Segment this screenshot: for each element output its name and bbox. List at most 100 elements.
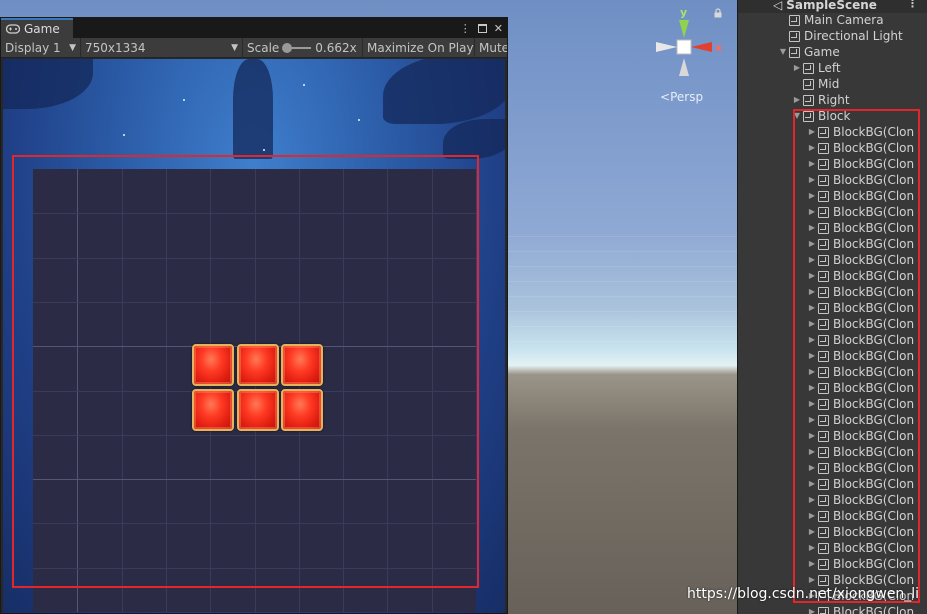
red-block[interactable] (281, 389, 323, 431)
hierarchy-item[interactable]: ▶ BlockBG(Clon (738, 604, 927, 614)
hierarchy-item[interactable]: ▶ BlockBG(Clon (738, 172, 927, 188)
hierarchy-item[interactable]: ▶ BlockBG(Clon (738, 412, 927, 428)
hierarchy-item[interactable]: ▶ BlockBG(Clon (738, 348, 927, 364)
orientation-gizmo[interactable]: y x (650, 6, 730, 86)
hierarchy-item[interactable]: ▶ BlockBG(Clon (738, 188, 927, 204)
hierarchy-item-label: Right (818, 93, 850, 107)
hierarchy-item[interactable]: ▶ BlockBG(Clon (738, 300, 927, 316)
scale-slider-knob[interactable] (282, 42, 293, 53)
expand-right-icon[interactable]: ▶ (807, 220, 817, 236)
expand-right-icon[interactable]: ▶ (792, 92, 802, 108)
hierarchy-item[interactable]: ▶ BlockBG(Clon (738, 140, 927, 156)
expand-right-icon[interactable]: ▶ (807, 236, 817, 252)
expand-right-icon[interactable]: ▶ (807, 604, 817, 614)
red-block[interactable] (281, 344, 323, 386)
expand-right-icon[interactable]: ▶ (807, 364, 817, 380)
hierarchy-item[interactable]: ▶ BlockBG(Clon (738, 236, 927, 252)
hierarchy-item[interactable]: ▶ BlockBG(Clon (738, 540, 927, 556)
expand-right-icon[interactable]: ▶ (807, 300, 817, 316)
display-dropdown[interactable]: Display 1 ▼ (1, 37, 81, 58)
tab-game[interactable]: Game (1, 18, 73, 38)
resolution-dropdown[interactable]: 750x1334 ▼ (81, 37, 243, 58)
expand-right-icon[interactable]: ▶ (807, 412, 817, 428)
expand-down-icon[interactable]: ▼ (778, 44, 788, 60)
hierarchy-item[interactable]: ▶ BlockBG(Clon (738, 316, 927, 332)
hierarchy-item[interactable]: Directional Light (738, 28, 927, 44)
hierarchy-item-label: BlockBG(Clon (833, 525, 915, 539)
expand-right-icon[interactable]: ▶ (807, 316, 817, 332)
hierarchy-item[interactable]: ▶ BlockBG(Clon (738, 220, 927, 236)
expand-right-icon[interactable]: ▶ (807, 156, 817, 172)
hierarchy-item[interactable]: ▶ BlockBG(Clon (738, 204, 927, 220)
red-block[interactable] (192, 389, 234, 431)
scale-slider[interactable] (282, 42, 312, 53)
scale-control[interactable]: Scale 0.662x (243, 37, 363, 58)
hierarchy-item-label: BlockBG(Clon (833, 141, 915, 155)
red-block[interactable] (237, 389, 279, 431)
hierarchy-item[interactable]: Mid (738, 76, 927, 92)
expand-right-icon[interactable]: ▶ (807, 284, 817, 300)
game-render-view[interactable] (3, 59, 505, 613)
hierarchy-item[interactable]: ▶ BlockBG(Clon (738, 444, 927, 460)
hierarchy-item[interactable]: ▶ BlockBG(Clon (738, 268, 927, 284)
gameobject-cube-icon (818, 382, 829, 394)
maximize-on-play-toggle[interactable]: Maximize On Play (363, 37, 475, 58)
hierarchy-item[interactable]: ▶ BlockBG(Clon (738, 508, 927, 524)
expand-right-icon[interactable]: ▶ (807, 476, 817, 492)
close-icon[interactable]: ✕ (494, 22, 503, 35)
game-board[interactable] (33, 169, 476, 612)
hierarchy-item[interactable]: ▶ BlockBG(Clon (738, 364, 927, 380)
red-block[interactable] (192, 344, 234, 386)
expand-right-icon[interactable]: ▶ (807, 380, 817, 396)
hierarchy-item[interactable]: ▶ Right (738, 92, 927, 108)
hierarchy-item[interactable]: ▶ Left (738, 60, 927, 76)
hierarchy-item-label: BlockBG(Clon (833, 221, 915, 235)
expand-right-icon[interactable]: ▶ (807, 540, 817, 556)
hierarchy-item[interactable]: ▶ BlockBG(Clon (738, 428, 927, 444)
expand-right-icon[interactable]: ▶ (807, 188, 817, 204)
expand-right-icon[interactable]: ▶ (807, 556, 817, 572)
expand-right-icon[interactable]: ▶ (807, 252, 817, 268)
expand-right-icon[interactable]: ▶ (807, 124, 817, 140)
expand-right-icon[interactable]: ▶ (807, 332, 817, 348)
hierarchy-item[interactable]: Main Camera (738, 12, 927, 28)
expand-right-icon[interactable]: ▶ (792, 60, 802, 76)
persp-toggle[interactable]: <Persp (660, 90, 703, 104)
menu-dots-icon[interactable]: ⋮ (907, 0, 918, 10)
hierarchy-item[interactable]: ▶ BlockBG(Clon (738, 524, 927, 540)
hierarchy-item[interactable]: ▶ BlockBG(Clon (738, 332, 927, 348)
expand-right-icon[interactable]: ▶ (807, 508, 817, 524)
hierarchy-item[interactable]: ▶ BlockBG(Clon (738, 396, 927, 412)
hierarchy-item[interactable]: ▶ BlockBG(Clon (738, 124, 927, 140)
expand-right-icon[interactable]: ▶ (807, 524, 817, 540)
maximize-icon[interactable] (477, 23, 487, 33)
hierarchy-item[interactable]: ▶ BlockBG(Clon (738, 492, 927, 508)
expand-right-icon[interactable]: ▶ (807, 460, 817, 476)
mute-toggle[interactable]: Mute (475, 38, 507, 58)
hierarchy-item[interactable]: ▼ Game (738, 44, 927, 60)
expand-right-icon[interactable]: ▶ (807, 268, 817, 284)
gameobject-cube-icon (818, 174, 829, 186)
expand-right-icon[interactable]: ▶ (807, 140, 817, 156)
expand-right-icon[interactable]: ▶ (807, 348, 817, 364)
hierarchy-item[interactable]: ▶ BlockBG(Clon (738, 284, 927, 300)
gameobject-cube-icon (818, 222, 829, 234)
expand-right-icon[interactable]: ▶ (807, 492, 817, 508)
hierarchy-item[interactable]: ▶ BlockBG(Clon (738, 380, 927, 396)
hierarchy-item[interactable]: ▶ BlockBG(Clon (738, 252, 927, 268)
gameobject-cube-icon (803, 78, 814, 90)
hierarchy-item[interactable]: ▶ BlockBG(Clon (738, 556, 927, 572)
hierarchy-item[interactable]: ▼ Block (738, 108, 927, 124)
red-block[interactable] (237, 344, 279, 386)
hierarchy-item[interactable]: ▶ BlockBG(Clon (738, 156, 927, 172)
hierarchy-item[interactable]: ▶ BlockBG(Clon (738, 476, 927, 492)
hierarchy-item[interactable]: ▶ BlockBG(Clon (738, 460, 927, 476)
expand-right-icon[interactable]: ▶ (807, 172, 817, 188)
expand-right-icon[interactable]: ▶ (807, 396, 817, 412)
expand-right-icon[interactable]: ▶ (807, 428, 817, 444)
expand-right-icon[interactable]: ▶ (807, 444, 817, 460)
gameobject-cube-icon (818, 334, 829, 346)
expand-down-icon[interactable]: ▼ (792, 108, 802, 124)
expand-right-icon[interactable]: ▶ (807, 204, 817, 220)
menu-dots-icon[interactable]: ⋮ (460, 22, 471, 35)
